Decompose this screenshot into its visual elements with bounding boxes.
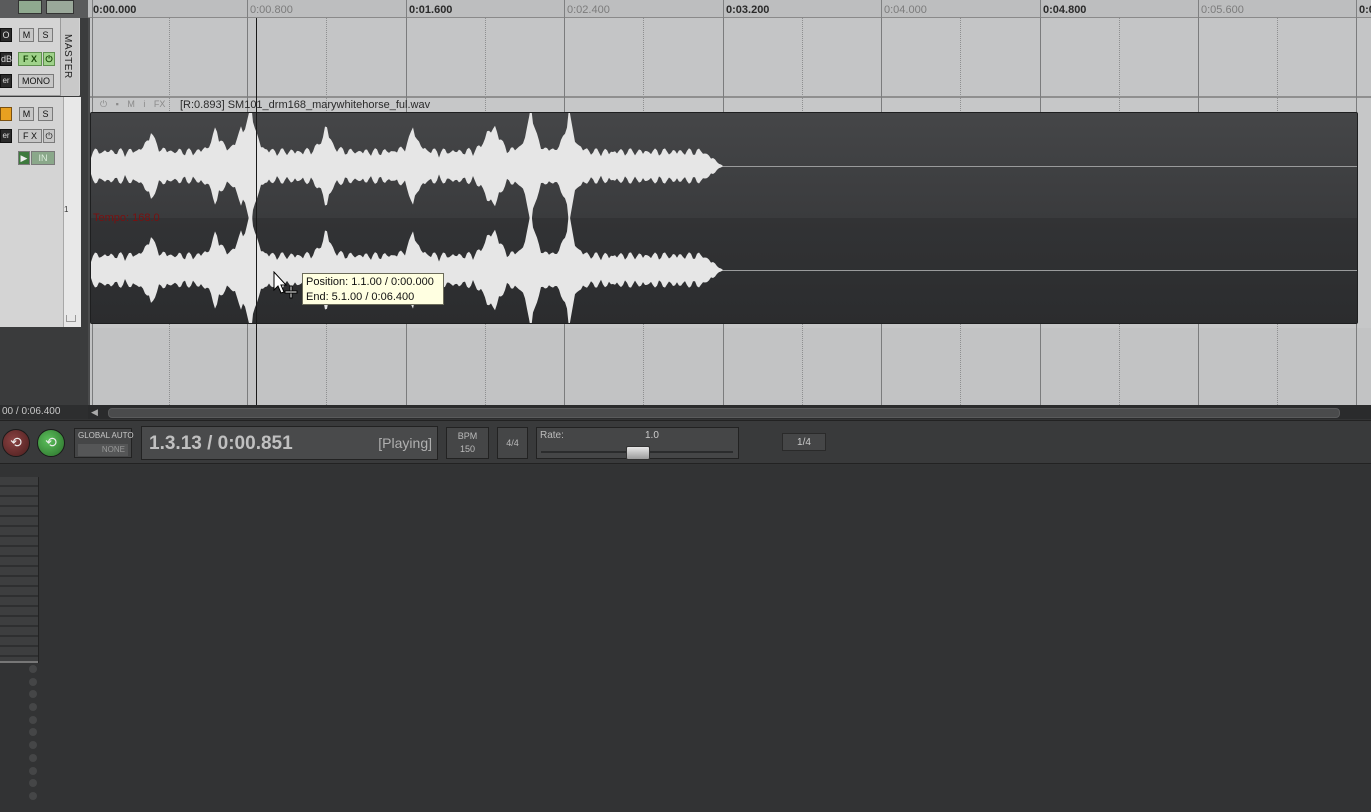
master-lane (90, 18, 1371, 98)
docker-area (0, 465, 1371, 812)
track-1-partial-button[interactable]: er (0, 129, 12, 143)
repeat-icon: ⟲ (45, 434, 57, 450)
track-1-solo-button[interactable]: S (38, 107, 53, 121)
ruler-tick (406, 0, 407, 18)
playback-status: [Playing] (378, 435, 432, 451)
ruler-label: 0:0 (1359, 4, 1371, 16)
ruler-tick (564, 0, 565, 18)
track-1-mute-button[interactable]: M (19, 107, 34, 121)
ruler-tick (1356, 0, 1357, 18)
horizontal-scrollbar-thumb[interactable] (108, 408, 1340, 418)
bpm-label: BPM (457, 431, 478, 441)
item-header-icons: ⏻ ▪ M i FX (100, 99, 180, 112)
ruler-tick (1040, 0, 1041, 18)
timeline-ruler[interactable]: 0:00.000 0:00.800 0:01.600 0:02.400 0:03… (88, 0, 1371, 18)
repeat-button[interactable]: ⟲ (37, 429, 65, 457)
record-icon: ⟲ (10, 434, 22, 450)
master-fx-button[interactable]: F X (18, 52, 42, 66)
ruler-label: 0:01.600 (409, 4, 453, 16)
master-mono-button[interactable]: MONO (18, 74, 54, 88)
mixer-meter-strip (0, 477, 39, 663)
master-volume-readout[interactable]: dB (0, 52, 12, 66)
ruler-label: 0:03.200 (726, 4, 770, 16)
item-tooltip: Position: 1.1.00 / 0:00.000 End: 5.1.00 … (302, 273, 444, 305)
knob-icon[interactable] (29, 677, 37, 686)
knob-icon[interactable] (29, 779, 37, 788)
item-info-icon[interactable]: i (143, 99, 145, 109)
playhead-cursor (256, 18, 257, 405)
meter-divider (0, 661, 38, 663)
master-fx-bypass-icon[interactable]: ⏻ (43, 52, 55, 66)
waveform-channel-right (91, 206, 723, 323)
knob-icon[interactable] (29, 665, 37, 673)
playrate-control[interactable]: Rate: 1.0 (536, 427, 739, 460)
ruler-label: 0:04.800 (1043, 4, 1087, 16)
global-auto-mode: NONE (78, 444, 128, 456)
timeline-readout: 00 / 0:06.400 (0, 405, 88, 419)
tcp-header (0, 0, 88, 18)
track-1-record-arm-button[interactable] (0, 107, 12, 121)
time-display[interactable]: 1.3.13 / 0:00.851 [Playing] (141, 426, 438, 460)
master-solo-button[interactable]: S (38, 28, 53, 42)
current-time: 1.3.13 / 0:00.851 (149, 433, 293, 454)
global-auto-label: GLOBAL AUTO (78, 431, 134, 440)
item-lock-icon[interactable]: ▪ (116, 99, 119, 109)
knob-icon[interactable] (29, 715, 37, 724)
rate-label: Rate: (540, 430, 564, 441)
toolbar-icon[interactable] (46, 0, 74, 14)
time-signature-control[interactable]: 4/4 (497, 427, 528, 459)
global-automation-button[interactable]: GLOBAL AUTO NONE (74, 428, 134, 458)
ruler-label: 0:00.800 (250, 4, 293, 16)
ruler-tick (723, 0, 724, 18)
toolbar-icon[interactable] (18, 0, 42, 14)
item-power-icon[interactable]: ⏻ (100, 99, 107, 109)
master-track-header[interactable]: O M S dB F X ⏻ er MONO MASTER (0, 18, 80, 96)
knob-icon[interactable] (29, 690, 37, 699)
knob-icon[interactable] (29, 728, 37, 737)
ruler-label: 0:00.000 (93, 4, 137, 16)
item-fx-icon[interactable]: FX (154, 99, 166, 109)
track-1-input-button[interactable]: IN (31, 151, 55, 165)
knob-icon[interactable] (29, 791, 37, 800)
ruler-label: 0:02.400 (567, 4, 610, 16)
tempo-envelope-label: Tempo: 168.0 (93, 212, 160, 224)
master-partial-button[interactable]: er (0, 74, 12, 88)
knob-column (28, 665, 38, 812)
bpm-value: 150 (459, 444, 476, 454)
item-title: [R:0.893] SM101_drm168_marywhitehorse_fu… (180, 99, 431, 111)
master-partial-button[interactable]: O (0, 28, 12, 42)
track-1-number: 1 (64, 205, 69, 214)
ruler-tick (1198, 0, 1199, 18)
track-1-header[interactable]: M S er F X ⏻ ▶ IN 1 (0, 97, 81, 327)
master-track-label: MASTER (60, 18, 79, 96)
ruler-label: 0:04.000 (884, 4, 927, 16)
waveform-channel-left (91, 113, 723, 230)
knob-icon[interactable] (29, 703, 37, 712)
record-button[interactable]: ⟲ (2, 429, 30, 457)
folder-icon[interactable] (66, 315, 76, 322)
tooltip-end: End: 5.1.00 / 0:06.400 (306, 291, 415, 303)
scroll-left-icon[interactable]: ◀ (91, 407, 98, 418)
track-1-fx-button[interactable]: F X (18, 129, 42, 143)
knob-icon[interactable] (29, 753, 37, 762)
bpm-control[interactable]: BPM 150 (446, 427, 489, 459)
grid-quantize-display[interactable]: 1/4 (782, 433, 826, 451)
horizontal-scrollbar[interactable]: ◀ (88, 405, 1371, 419)
track-1-fx-bypass-icon[interactable]: ⏻ (43, 129, 55, 143)
tcp-empty-area (0, 327, 80, 405)
ruler-label: 0:05.600 (1201, 4, 1244, 16)
transport-bar: ⟲ ⟲ GLOBAL AUTO NONE 1.3.13 / 0:00.851 [… (0, 420, 1371, 464)
rate-slider-knob[interactable] (626, 446, 650, 460)
track-1-monitor-icon[interactable]: ▶ (18, 151, 30, 165)
ruler-tick (881, 0, 882, 18)
item-mute-icon[interactable]: M (127, 99, 135, 109)
tooltip-position: Position: 1.1.00 / 0:00.000 (306, 276, 434, 288)
ruler-tick (247, 0, 248, 18)
mouse-pointer-icon (273, 271, 298, 299)
knob-icon[interactable] (29, 766, 37, 775)
knob-icon[interactable] (29, 741, 37, 750)
master-mute-button[interactable]: M (19, 28, 34, 42)
rate-value: 1.0 (645, 430, 659, 441)
